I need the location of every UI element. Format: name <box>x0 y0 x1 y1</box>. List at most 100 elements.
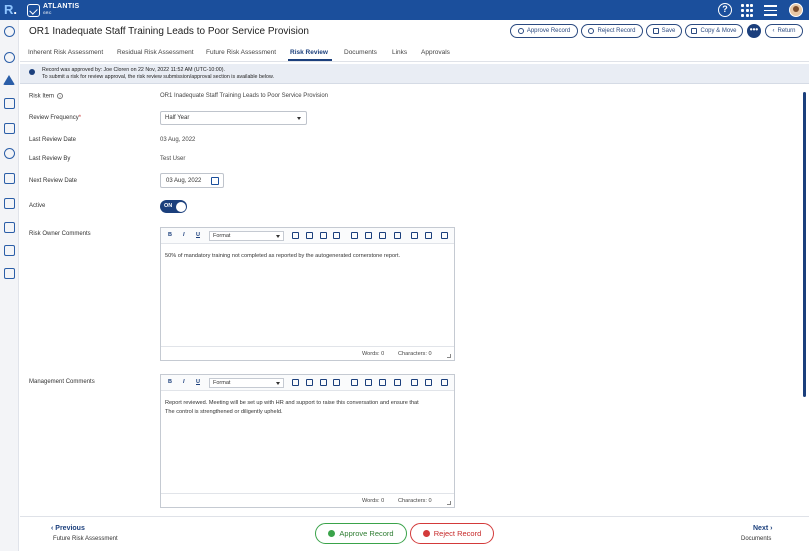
bar-chart-icon[interactable] <box>4 222 15 233</box>
indent-icon[interactable] <box>394 232 401 239</box>
checklist-icon[interactable] <box>4 198 15 209</box>
align-center-icon[interactable] <box>306 379 313 386</box>
hamburger-menu-icon[interactable] <box>764 5 778 19</box>
eraser-icon[interactable] <box>425 379 432 386</box>
bold-button[interactable]: B <box>168 379 172 385</box>
editor-content[interactable]: 50% of mandatory training not completed … <box>161 244 454 269</box>
sliders-icon[interactable] <box>4 98 15 109</box>
link-icon[interactable] <box>411 232 418 239</box>
reject-record-button[interactable]: Reject Record <box>410 523 494 544</box>
check-circle-icon <box>328 530 336 537</box>
previous-link[interactable]: ‹ Previous <box>51 525 85 532</box>
last-review-by-label: Last Review By <box>29 156 71 162</box>
outdent-icon[interactable] <box>379 232 386 239</box>
bullet-list-icon[interactable] <box>351 379 358 386</box>
image-icon[interactable] <box>441 379 448 386</box>
bullet-list-icon[interactable] <box>351 232 358 239</box>
next-link[interactable]: Next › <box>753 525 772 532</box>
numbered-list-icon[interactable] <box>365 379 372 386</box>
tab-future-risk[interactable]: Future Risk Assessment <box>206 49 276 56</box>
tab-inherent-risk[interactable]: Inherent Risk Assessment <box>28 49 103 56</box>
user-avatar[interactable] <box>789 3 803 17</box>
editor-status-bar: Words: 0 Characters: 0 <box>161 493 454 507</box>
next-target: Documents <box>741 536 772 542</box>
copy-move-button[interactable]: Copy & Move <box>685 24 743 38</box>
clipboard-icon[interactable] <box>4 123 15 134</box>
scrollbar-thumb[interactable] <box>803 92 806 397</box>
return-button[interactable]: ‹ Return <box>765 24 803 38</box>
chevron-right-icon: › <box>768 525 773 532</box>
align-left-icon[interactable] <box>292 379 299 386</box>
more-options-button[interactable]: ••• <box>747 24 761 38</box>
footer-nav: ‹ Previous Future Risk Assessment Approv… <box>20 516 809 551</box>
align-justify-icon[interactable] <box>333 379 340 386</box>
management-comments-editor[interactable]: B I U Format Report reviewed. Meeting wi… <box>160 374 455 508</box>
resize-handle-icon[interactable] <box>447 501 451 505</box>
next-review-date-field[interactable]: 03 Aug, 2022 <box>160 173 224 188</box>
format-select[interactable]: Format <box>209 378 284 388</box>
review-frequency-select[interactable]: Half Year <box>160 111 307 125</box>
underline-button[interactable]: U <box>196 379 200 385</box>
save-icon <box>652 28 659 34</box>
format-select[interactable]: Format <box>209 231 284 241</box>
italic-button[interactable]: I <box>183 379 185 385</box>
calendar-icon[interactable] <box>211 177 219 185</box>
document-icon[interactable] <box>4 173 15 184</box>
apps-grid-icon[interactable] <box>741 3 755 17</box>
tab-documents[interactable]: Documents <box>344 49 377 56</box>
active-toggle[interactable]: ON <box>160 200 187 213</box>
copy-icon <box>691 28 698 34</box>
align-right-icon[interactable] <box>320 232 327 239</box>
record-header: OR1 Inadequate Staff Training Leads to P… <box>20 20 809 44</box>
app-logo[interactable]: R. <box>4 2 17 17</box>
line-chart-icon[interactable] <box>4 245 15 256</box>
warning-icon[interactable] <box>3 75 15 85</box>
align-left-icon[interactable] <box>292 232 299 239</box>
editor-content[interactable]: Report reviewed. Meeting will be set up … <box>161 391 454 425</box>
previous-target: Future Risk Assessment <box>53 536 118 542</box>
active-tab-indicator <box>288 59 332 61</box>
risk-owner-comments-label: Risk Owner Comments <box>29 231 91 237</box>
tab-risk-review[interactable]: Risk Review <box>290 49 328 56</box>
shield-doc-icon[interactable] <box>4 268 15 279</box>
underline-button[interactable]: U <box>196 232 200 238</box>
align-right-icon[interactable] <box>320 379 327 386</box>
last-review-date-label: Last Review Date <box>29 137 77 143</box>
help-icon[interactable]: ? <box>718 3 732 17</box>
last-review-by-value: Test User <box>160 156 186 162</box>
outdent-icon[interactable] <box>379 379 386 386</box>
user-settings-icon[interactable] <box>4 52 15 63</box>
approve-record-button[interactable]: Approve Record <box>315 523 407 544</box>
caret-down-icon <box>276 382 280 385</box>
risk-owner-comments-editor[interactable]: B I U Format 50% of mandatory training n… <box>160 227 455 361</box>
add-icon[interactable] <box>4 26 15 37</box>
tab-residual-risk[interactable]: Residual Risk Assessment <box>117 49 194 56</box>
reject-record-header-button[interactable]: Reject Record <box>581 24 643 38</box>
link-icon[interactable] <box>411 379 418 386</box>
image-icon[interactable] <box>441 232 448 239</box>
save-button[interactable]: Save <box>646 24 682 38</box>
search-analysis-icon[interactable] <box>4 148 15 159</box>
banner-line-1: Record was approved by: Joe Cloren on 22… <box>42 67 225 73</box>
eraser-icon[interactable] <box>425 232 432 239</box>
tab-approvals[interactable]: Approvals <box>421 49 450 56</box>
approve-record-header-button[interactable]: Approve Record <box>510 24 578 38</box>
numbered-list-icon[interactable] <box>365 232 372 239</box>
word-count: Words: 0 <box>362 498 385 504</box>
word-count: Words: 0 <box>362 351 385 357</box>
align-center-icon[interactable] <box>306 232 313 239</box>
brand-mark-icon <box>27 3 40 17</box>
check-circle-icon <box>517 28 524 34</box>
align-justify-icon[interactable] <box>333 232 340 239</box>
risk-item-label: Risk Item? <box>29 93 64 100</box>
tab-links[interactable]: Links <box>392 49 407 56</box>
active-label: Active <box>29 203 46 209</box>
help-circle-icon[interactable]: ? <box>57 93 64 99</box>
record-tabs: Inherent Risk Assessment Residual Risk A… <box>20 44 809 62</box>
resize-handle-icon[interactable] <box>447 354 451 358</box>
bold-button[interactable]: B <box>168 232 172 238</box>
x-circle-icon <box>588 28 595 34</box>
indent-icon[interactable] <box>394 379 401 386</box>
approval-info-banner: Record was approved by: Joe Cloren on 22… <box>20 64 809 84</box>
italic-button[interactable]: I <box>183 232 185 238</box>
